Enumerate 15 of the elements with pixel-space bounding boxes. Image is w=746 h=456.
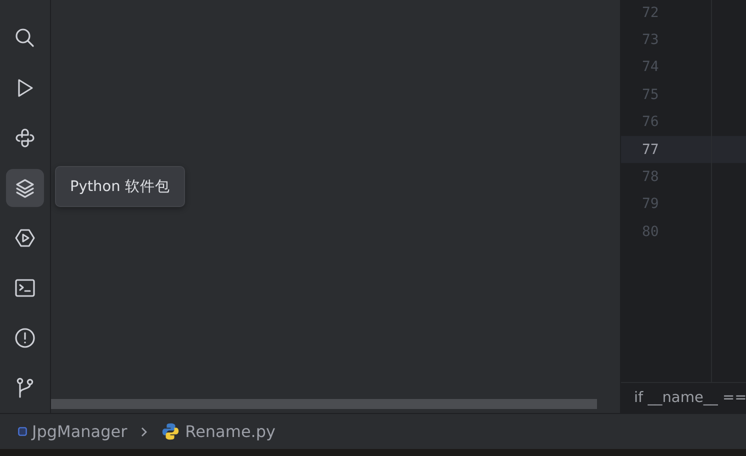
tooltip: Python 软件包 <box>55 166 185 207</box>
python-icon <box>13 126 37 150</box>
warning-icon <box>13 326 37 350</box>
code-breadcrumb[interactable]: if __name__ == <box>634 390 746 406</box>
tool-window-button[interactable] <box>6 169 44 207</box>
module-icon <box>18 427 27 436</box>
breadcrumb-item[interactable]: JpgManager <box>18 422 128 441</box>
scrollbar-thumb[interactable] <box>51 399 597 409</box>
python-file-icon <box>161 422 180 441</box>
chevron-icon <box>139 426 150 438</box>
line-number: 77 <box>642 142 659 158</box>
terminal-icon <box>13 276 37 300</box>
layers-icon <box>13 176 37 200</box>
hexagon-play-icon <box>13 226 37 250</box>
breadcrumb-item[interactable]: Rename.py <box>161 422 276 441</box>
